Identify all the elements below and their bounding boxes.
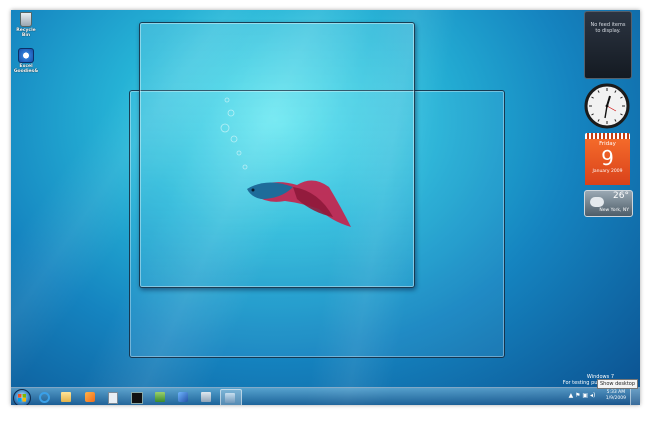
desktop-icon-program[interactable]: Excel Goodies& [12,48,40,74]
tray-icons[interactable]: ▲ ⚑ ▣ ◂) [568,393,596,400]
command-prompt-icon [131,392,143,404]
feed-headlines-gadget[interactable]: No feed items to display. [584,11,632,79]
internet-explorer-icon [39,392,50,403]
show-desktop-button[interactable] [630,388,640,405]
taskbar-media-player[interactable] [81,389,99,405]
recycle-bin-icon [20,12,32,27]
media-player-icon [85,392,95,402]
weather-location: New York, NY [599,208,629,213]
taskbar-internet-explorer[interactable] [35,389,53,405]
taskbar[interactable]: ▲ ⚑ ▣ ◂) 5:33 AM 1/9/2009 [11,387,640,405]
window-switch-icon [225,393,235,403]
taskbar-command-prompt[interactable] [127,389,145,405]
windows-logo-icon [18,394,26,402]
taskbar-control-panel[interactable] [174,389,192,405]
calendar-month-year: January 2009 [592,169,623,174]
start-button[interactable] [13,389,31,405]
network-icon [155,392,165,402]
document-icon [108,392,118,404]
calendar-day: 9 [601,146,614,170]
weather-temperature: 26° [613,191,629,201]
clock-gadget[interactable] [584,83,630,129]
taskbar-help[interactable] [197,389,215,405]
desktop[interactable]: Recycle Bin Excel Goodies& No feed items… [11,10,640,405]
taskbar-window-switch[interactable] [220,389,242,405]
explorer-folder-icon [61,392,71,402]
weather-gadget[interactable]: 26° New York, NY [584,190,633,217]
betta-fish-wallpaper [220,97,351,227]
taskbar-document[interactable] [104,389,122,405]
calendar-gadget[interactable]: Friday 9 January 2009 [585,133,630,185]
taskbar-explorer[interactable] [57,389,75,405]
control-panel-icon [178,392,188,402]
taskbar-network[interactable] [151,389,169,405]
desktop-icon-recycle-bin[interactable]: Recycle Bin [12,12,40,38]
program-icon [18,48,34,63]
desktop-icon-label: Recycle Bin [16,28,36,38]
help-icon [201,392,211,402]
cloud-icon [590,197,604,207]
feed-message: No feed items to display. [590,22,626,34]
show-desktop-tooltip: Show desktop [597,379,639,389]
desktop-icon-label: Excel Goodies& [13,64,39,74]
notification-area[interactable]: ▲ ⚑ ▣ ◂) 5:33 AM 1/9/2009 [569,390,626,404]
taskbar-clock-date: 1/9/2009 [605,396,626,401]
